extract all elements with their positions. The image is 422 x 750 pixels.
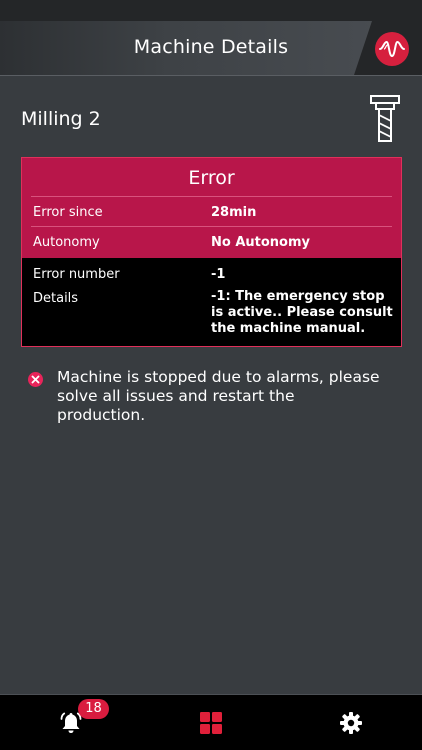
error-number-label: Error number: [33, 267, 120, 282]
machine-name: Milling 2: [21, 108, 101, 130]
app-header: Machine Details: [0, 0, 422, 76]
bottom-nav: [0, 694, 422, 750]
details-label: Details: [33, 291, 79, 306]
grid-icon: [200, 712, 222, 734]
error-since-value: 28min: [211, 205, 257, 220]
error-card: Error Error since 28min Autonomy No Auto…: [21, 157, 402, 347]
milling-tool-icon: [370, 95, 400, 142]
alarm-count-badge: 18: [78, 699, 109, 719]
nav-overview-button[interactable]: [171, 695, 251, 750]
error-since-label: Error since: [33, 205, 103, 220]
gear-icon: [340, 712, 362, 734]
divider: [31, 226, 392, 227]
autonomy-label: Autonomy: [33, 235, 100, 250]
waveform-logo-icon[interactable]: [375, 32, 409, 66]
alarm-message: Machine is stopped due to alarms, please…: [57, 368, 380, 424]
details-value: -1: The emergency stop is active.. Pleas…: [211, 289, 393, 336]
autonomy-value: No Autonomy: [211, 235, 311, 250]
error-x-icon: [28, 372, 43, 387]
header-divider: [0, 75, 422, 76]
divider: [31, 196, 392, 197]
page-title: Machine Details: [133, 36, 289, 58]
error-number-value: -1: [211, 267, 226, 282]
nav-settings-button[interactable]: [311, 695, 391, 750]
error-card-title: Error: [188, 167, 235, 189]
error-card-header: Error Error since 28min Autonomy No Auto…: [22, 158, 401, 258]
